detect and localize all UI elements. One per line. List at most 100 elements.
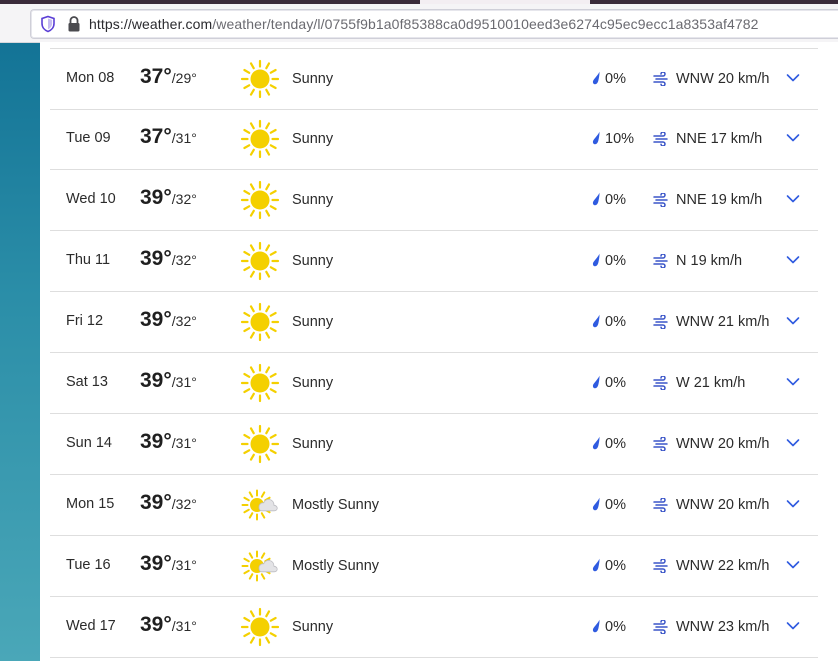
- wind-icon: [653, 559, 668, 573]
- tracking-protection-shield-icon[interactable]: [39, 15, 57, 33]
- wind-label: WNW 23 km/h: [676, 619, 770, 635]
- high-temp: 39°: [140, 613, 172, 636]
- condition-label: Sunny: [292, 131, 334, 147]
- precip-drop-icon: [592, 497, 600, 511]
- precip-chance: 0%: [605, 619, 626, 635]
- low-temp: 32°: [175, 252, 197, 268]
- day-label: Thu 11: [66, 252, 111, 268]
- low-temp: 32°: [175, 496, 197, 512]
- wind-label: NNE 17 km/h: [676, 131, 763, 147]
- mostly-sunny-icon: [241, 489, 278, 521]
- wind-label: WNW 20 km/h: [676, 436, 770, 452]
- precip-drop-icon: [592, 436, 600, 450]
- temperatures: 39°/32°: [140, 308, 197, 332]
- forecast-row-mon-08[interactable]: Mon 08 37°/29° Sunny 0% WNW 20 km/h: [50, 48, 818, 110]
- low-temp: 31°: [175, 374, 197, 390]
- wind-icon: [653, 376, 668, 390]
- precip-drop-icon: [592, 314, 600, 328]
- forecast-row-sun-14[interactable]: Sun 14 39°/31° Sunny 0% WNW 20 km/h: [50, 414, 818, 475]
- chevron-down-icon[interactable]: [786, 73, 800, 83]
- wind-icon: [653, 620, 668, 634]
- forecast-row-wed-10[interactable]: Wed 10 39°/32° Sunny 0% NNE 19 km/h: [50, 170, 818, 231]
- forecast-row-sat-13[interactable]: Sat 13 39°/31° Sunny 0% W 21 km/h: [50, 353, 818, 414]
- chevron-down-icon[interactable]: [786, 560, 800, 570]
- temperatures: 39°/31°: [140, 369, 197, 393]
- high-temp: 37°: [140, 125, 172, 148]
- chevron-down-icon[interactable]: [786, 255, 800, 265]
- wind-label: WNW 22 km/h: [676, 558, 770, 574]
- precip-chance: 0%: [605, 314, 626, 330]
- condition-label: Sunny: [292, 619, 334, 635]
- wind-label: WNW 21 km/h: [676, 314, 770, 330]
- condition-label: Mostly Sunny: [292, 497, 380, 513]
- condition-label: Sunny: [292, 375, 334, 391]
- url-text[interactable]: https://weather.com/weather/tenday/l/075…: [89, 16, 759, 32]
- temperatures: 37°/31°: [140, 125, 197, 149]
- address-bar[interactable]: https://weather.com/weather/tenday/l/075…: [30, 9, 838, 39]
- sun-icon: [240, 59, 280, 99]
- temperatures: 37°/29°: [140, 65, 197, 89]
- high-temp: 39°: [140, 491, 172, 514]
- temperatures: 39°/31°: [140, 430, 197, 454]
- wind-label: W 21 km/h: [676, 375, 746, 391]
- precip-drop-icon: [592, 131, 600, 145]
- forecast-row-tue-09[interactable]: Tue 09 37°/31° Sunny 10% NNE 17 km/h: [50, 109, 818, 170]
- chevron-down-icon[interactable]: [786, 621, 800, 631]
- day-label: Sun 14: [66, 435, 112, 451]
- sun-icon: [240, 119, 280, 159]
- temperatures: 39°/32°: [140, 186, 197, 210]
- lock-icon[interactable]: [67, 15, 81, 33]
- condition-label: Mostly Sunny: [292, 558, 380, 574]
- high-temp: 39°: [140, 186, 172, 209]
- forecast-row-wed-17[interactable]: Wed 17 39°/31° Sunny 0% WNW 23 km/h: [50, 597, 818, 658]
- chevron-down-icon[interactable]: [786, 377, 800, 387]
- precip-chance: 0%: [605, 558, 626, 574]
- browser-toolbar: https://weather.com/weather/tenday/l/075…: [0, 4, 838, 43]
- condition-label: Sunny: [292, 192, 334, 208]
- low-temp: 31°: [175, 435, 197, 451]
- chevron-down-icon[interactable]: [786, 499, 800, 509]
- forecast-row-mon-15[interactable]: Mon 15 39°/32° Mostly Sunny 0% WNW 20 km…: [50, 475, 818, 536]
- temperatures: 39°/32°: [140, 491, 197, 515]
- precip-drop-icon: [592, 253, 600, 267]
- high-temp: 39°: [140, 430, 172, 453]
- day-label: Mon 08: [66, 70, 115, 86]
- low-temp: 32°: [175, 313, 197, 329]
- sun-icon: [240, 424, 280, 464]
- precip-chance: 10%: [605, 131, 635, 147]
- precip-drop-icon: [592, 619, 600, 633]
- sun-icon: [240, 363, 280, 403]
- low-temp: 31°: [175, 130, 197, 146]
- sun-icon: [240, 607, 280, 647]
- precip-chance: 0%: [605, 436, 626, 452]
- condition-label: Sunny: [292, 436, 334, 452]
- day-label: Fri 12: [66, 313, 104, 329]
- chevron-down-icon[interactable]: [786, 133, 800, 143]
- low-temp: 31°: [175, 618, 197, 634]
- high-temp: 39°: [140, 369, 172, 392]
- ten-day-forecast-panel: Mon 08 37°/29° Sunny 0% WNW 20 km/h Tue …: [40, 42, 838, 661]
- url-path: /weather/tenday/l/0755f9b1a0f85388ca0d95…: [212, 16, 759, 32]
- wind-label: WNW 20 km/h: [676, 71, 770, 87]
- low-temp: 31°: [175, 557, 197, 573]
- condition-label: Sunny: [292, 71, 334, 87]
- wind-icon: [653, 315, 668, 329]
- day-label: Tue 09: [66, 130, 111, 146]
- precip-chance: 0%: [605, 71, 626, 87]
- forecast-row-tue-16[interactable]: Tue 16 39°/31° Mostly Sunny 0% WNW 22 km…: [50, 536, 818, 597]
- wind-icon: [653, 193, 668, 207]
- sun-icon: [240, 180, 280, 220]
- chevron-down-icon[interactable]: [786, 438, 800, 448]
- temperatures: 39°/31°: [140, 613, 197, 637]
- forecast-row-fri-12[interactable]: Fri 12 39°/32° Sunny 0% WNW 21 km/h: [50, 292, 818, 353]
- chevron-down-icon[interactable]: [786, 316, 800, 326]
- high-temp: 39°: [140, 247, 172, 270]
- wind-icon: [653, 498, 668, 512]
- chevron-down-icon[interactable]: [786, 194, 800, 204]
- wind-icon: [653, 72, 668, 86]
- forecast-row-thu-11[interactable]: Thu 11 39°/32° Sunny 0% N 19 km/h: [50, 231, 818, 292]
- precip-chance: 0%: [605, 375, 626, 391]
- wind-label: N 19 km/h: [676, 253, 743, 269]
- mostly-sunny-icon: [241, 550, 278, 582]
- high-temp: 39°: [140, 308, 172, 331]
